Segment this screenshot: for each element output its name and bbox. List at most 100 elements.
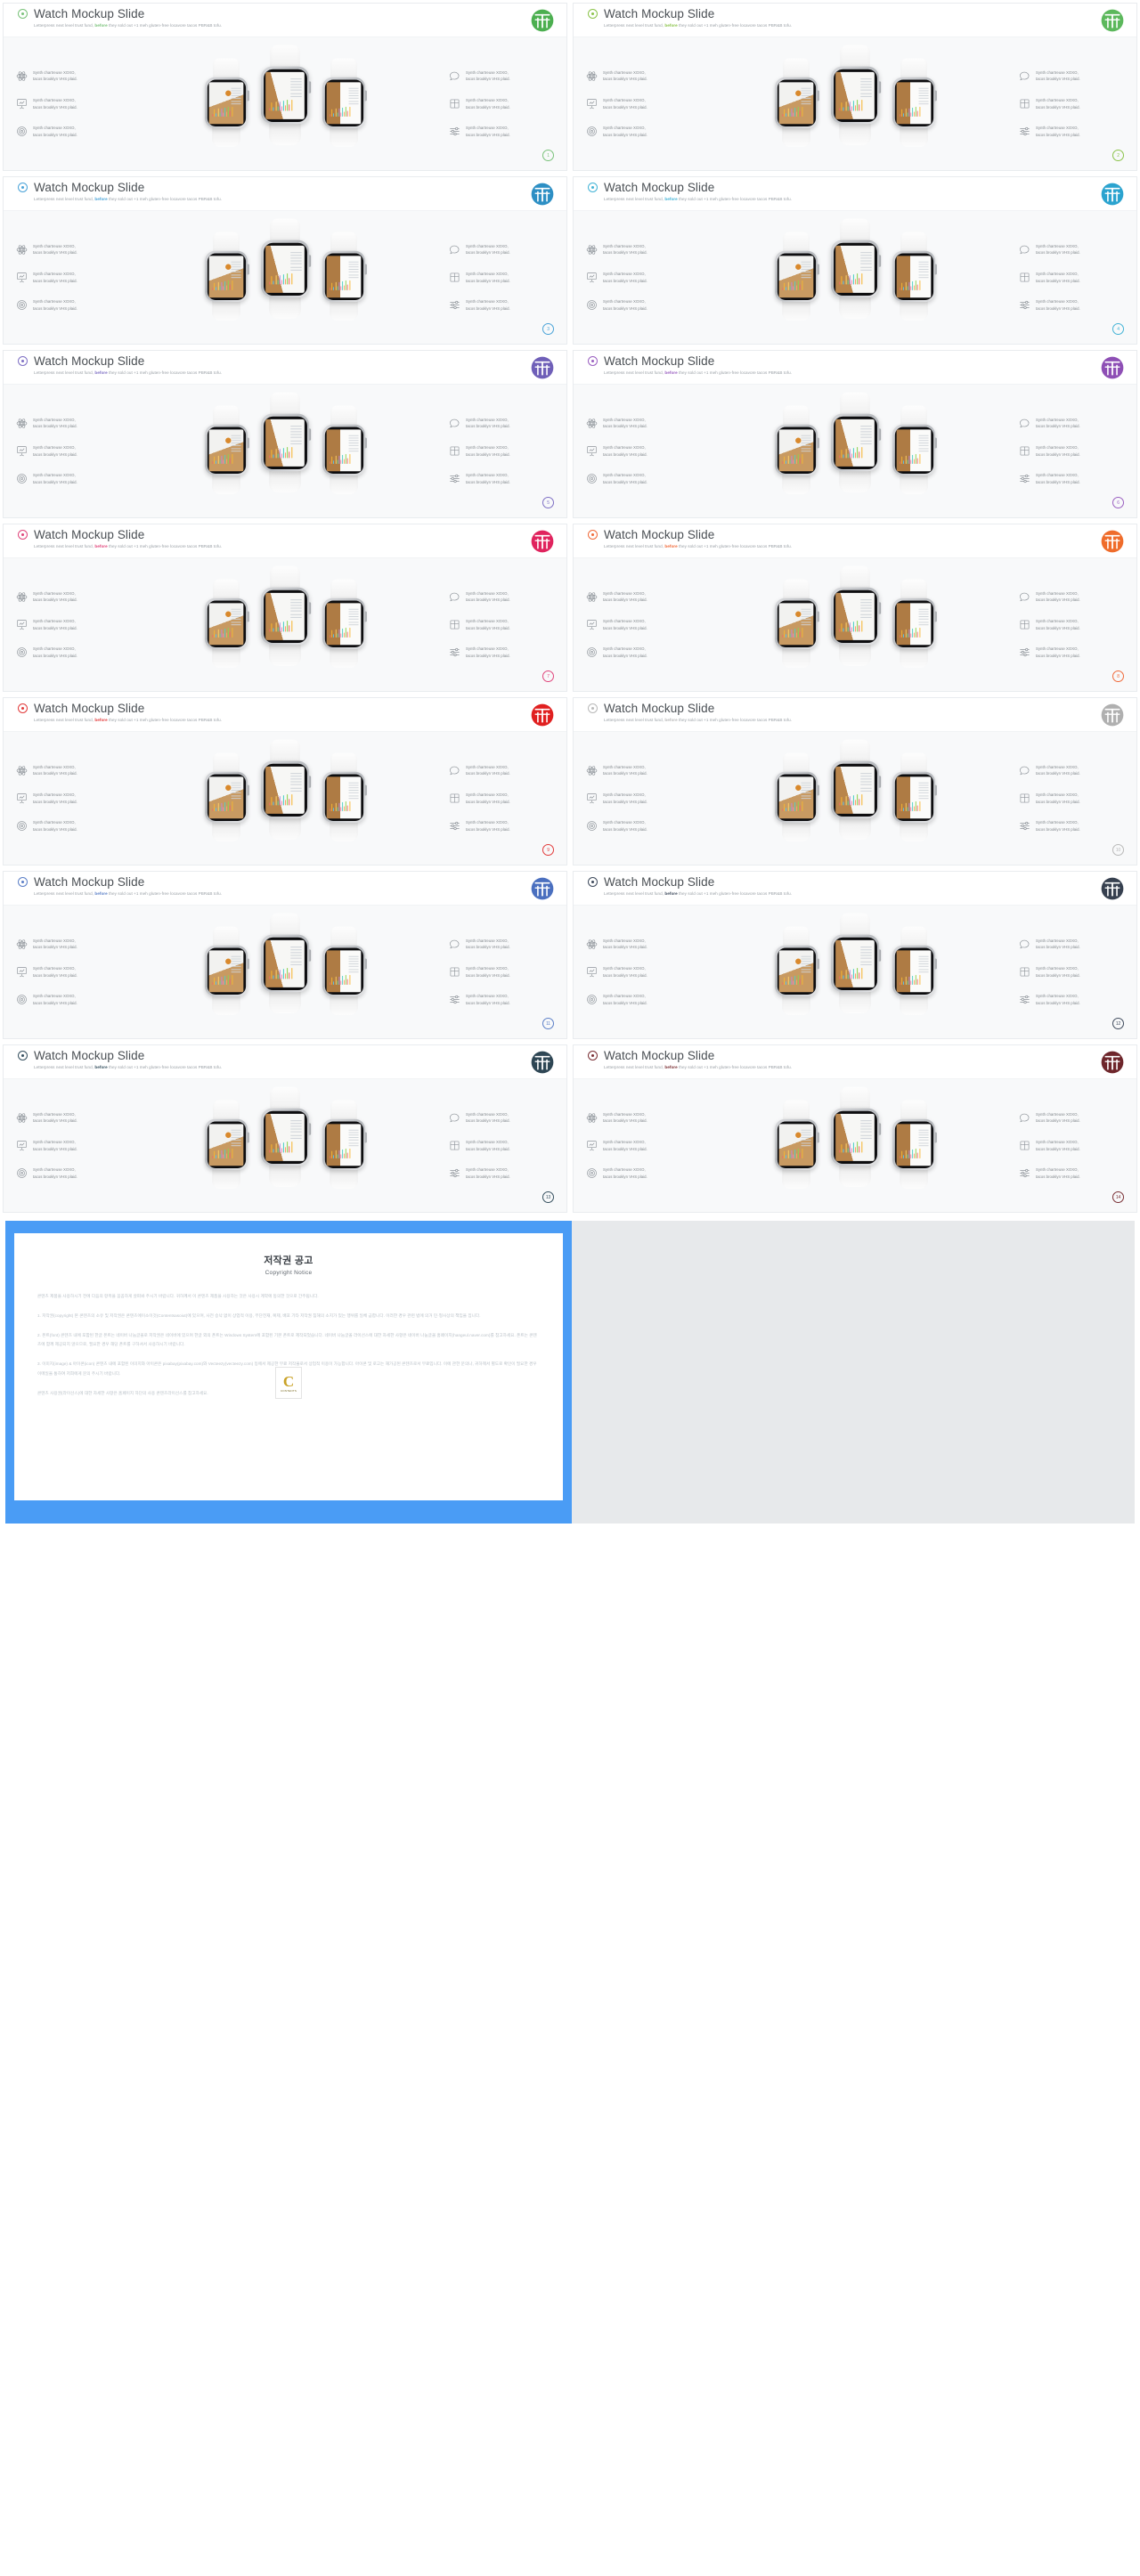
slide-body: Synth chartreuse XOXO, tacos brooklyn VHS…: [574, 558, 1136, 691]
slide-card[interactable]: Watch Mockup Slide Letterpress next level…: [3, 697, 567, 865]
watch-case: [892, 77, 937, 128]
feature-bullet-text: Synth chartreuse XOXO, tacos brooklyn VHS…: [466, 965, 510, 978]
copyright-paragraph: 1. 저작권(copyright) 본 콘텐츠의 소유 및 저작권은 콘텐츠에이…: [37, 1312, 481, 1318]
feature-bullet: Synth chartreuse XOXO, tacos brooklyn VHS…: [449, 1139, 554, 1152]
watch-screen-photo: [326, 428, 362, 471]
slide-subtitle-highlight: before: [664, 22, 678, 28]
feature-bullet-text: Synth chartreuse XOXO, tacos brooklyn VHS…: [33, 271, 77, 283]
feature-bullet: Synth chartreuse XOXO, tacos brooklyn VHS…: [16, 444, 121, 458]
feature-bullet: Synth chartreuse XOXO, tacos brooklyn VHS…: [1019, 590, 1124, 604]
watch-screen: [894, 1121, 933, 1168]
slide-card[interactable]: Watch Mockup Slide Letterpress next level…: [573, 3, 1137, 171]
left-feature-list: Synth chartreuse XOXO, tacos brooklyn VHS…: [16, 590, 121, 659]
slide-card[interactable]: Watch Mockup Slide Letterpress next level…: [3, 524, 567, 692]
watch-screen: [777, 79, 816, 126]
slide-card[interactable]: Watch Mockup Slide Letterpress next level…: [3, 1044, 567, 1213]
slide-card[interactable]: Watch Mockup Slide Letterpress next level…: [573, 871, 1137, 1039]
watch-cluster: [761, 391, 949, 511]
watch-mockup: [772, 752, 819, 849]
slide-body: Synth chartreuse XOXO, tacos brooklyn VHS…: [574, 211, 1136, 344]
watch-screen: [263, 242, 307, 296]
sliders-icon: [1019, 1167, 1030, 1179]
layout-grid-icon: [449, 966, 460, 978]
brand-emblem-icon: [1101, 183, 1124, 206]
watch-screen-photo: [265, 939, 305, 987]
watch-case: [892, 250, 937, 302]
feature-bullet: Synth chartreuse XOXO, tacos brooklyn VHS…: [16, 764, 121, 777]
watch-case: [205, 77, 249, 128]
feature-bullet-text: Synth chartreuse XOXO, tacos brooklyn VHS…: [33, 126, 77, 137]
slide-subtitle: Letterpress next level trust fund, befor…: [604, 196, 792, 201]
atom-icon: [586, 591, 598, 603]
slide-card[interactable]: Watch Mockup Slide Letterpress next level…: [573, 697, 1137, 865]
slide-subtitle: Letterpress next level trust fund, befor…: [34, 196, 222, 201]
feature-bullet-text: Synth chartreuse XOXO, tacos brooklyn VHS…: [33, 965, 77, 978]
watch-screen: [777, 947, 816, 995]
presentation-chart-icon: [586, 98, 598, 110]
slide-header: Watch Mockup Slide Letterpress next level…: [4, 872, 566, 906]
feature-bullet: Synth chartreuse XOXO, tacos brooklyn VHS…: [449, 819, 554, 833]
feature-bullet-text: Synth chartreuse XOXO, tacos brooklyn VHS…: [33, 646, 77, 658]
feature-bullet-text: Synth chartreuse XOXO, tacos brooklyn VHS…: [466, 417, 510, 429]
feature-bullet: Synth chartreuse XOXO, tacos brooklyn VHS…: [449, 1166, 554, 1180]
feature-bullet-text: Synth chartreuse XOXO, tacos brooklyn VHS…: [466, 646, 510, 658]
right-feature-list: Synth chartreuse XOXO, tacos brooklyn VHS…: [1019, 590, 1124, 659]
slide-card[interactable]: Watch Mockup Slide Letterpress next level…: [573, 1044, 1137, 1213]
watch-screen: [263, 416, 307, 469]
watch-screen-photo: [778, 255, 814, 297]
slide-card[interactable]: Watch Mockup Slide Letterpress next level…: [573, 350, 1137, 518]
feature-bullet: Synth chartreuse XOXO, tacos brooklyn VHS…: [16, 298, 121, 312]
feature-bullet-text: Synth chartreuse XOXO, tacos brooklyn VHS…: [466, 271, 510, 283]
watch-cluster: [191, 565, 379, 685]
target-icon: [586, 473, 598, 484]
layout-grid-icon: [1019, 98, 1030, 110]
slide-card[interactable]: Watch Mockup Slide Letterpress next level…: [3, 3, 567, 171]
slide-subtitle: Letterpress next level trust fund, befor…: [604, 22, 792, 28]
slide-subtitle-highlight: before: [94, 370, 108, 375]
slide-header: Watch Mockup Slide Letterpress next level…: [4, 1045, 566, 1079]
right-feature-list: Synth chartreuse XOXO, tacos brooklyn VHS…: [1019, 764, 1124, 833]
feature-bullet-text: Synth chartreuse XOXO, tacos brooklyn VHS…: [1036, 618, 1080, 630]
watch-screen-photo: [265, 1113, 305, 1161]
slide-card[interactable]: Watch Mockup Slide Letterpress next level…: [3, 176, 567, 345]
slide-bullet-icon: [588, 703, 598, 714]
watch-screen: [894, 774, 933, 821]
watch-cluster: [761, 217, 949, 337]
watch-case: [892, 597, 937, 649]
watch-screen: [833, 416, 877, 469]
chat-bubble-icon: [1019, 418, 1030, 429]
feature-bullet: Synth chartreuse XOXO, tacos brooklyn VHS…: [1019, 97, 1124, 110]
slide-card[interactable]: Watch Mockup Slide Letterpress next level…: [3, 350, 567, 518]
feature-bullet-text: Synth chartreuse XOXO, tacos brooklyn VHS…: [466, 792, 510, 804]
atom-icon: [16, 939, 28, 950]
slide-subtitle: Letterpress next level trust fund, befor…: [34, 717, 222, 722]
presentation-chart-icon: [586, 1140, 598, 1151]
watch-case: [892, 771, 937, 823]
layout-grid-icon: [1019, 966, 1030, 978]
watch-screen-photo: [326, 81, 362, 124]
right-feature-list: Synth chartreuse XOXO, tacos brooklyn VHS…: [449, 590, 554, 659]
copyright-title-ko: 저작권 공고: [264, 1255, 314, 1266]
watch-screen: [777, 427, 816, 474]
feature-bullet-text: Synth chartreuse XOXO, tacos brooklyn VHS…: [33, 69, 77, 82]
watch-screen-photo: [778, 1123, 814, 1166]
feature-bullet: Synth chartreuse XOXO, tacos brooklyn VHS…: [449, 993, 554, 1006]
watch-case: [205, 424, 249, 475]
slide-card[interactable]: Watch Mockup Slide Letterpress next level…: [573, 524, 1137, 692]
watch-mockup: [890, 752, 937, 849]
feature-bullet: Synth chartreuse XOXO, tacos brooklyn VHS…: [1019, 243, 1124, 256]
brand-emblem-icon: [1101, 530, 1124, 553]
watch-case: [322, 77, 367, 128]
slide-card[interactable]: Watch Mockup Slide Letterpress next level…: [3, 871, 567, 1039]
watch-screen: [894, 253, 933, 300]
watch-screen-photo: [835, 592, 875, 640]
slide-header: Watch Mockup Slide Letterpress next level…: [574, 177, 1136, 211]
left-feature-list: Synth chartreuse XOXO, tacos brooklyn VHS…: [586, 69, 691, 138]
slide-card[interactable]: Watch Mockup Slide Letterpress next level…: [573, 176, 1137, 345]
slide-title: Watch Mockup Slide: [604, 354, 715, 368]
feature-bullet: Synth chartreuse XOXO, tacos brooklyn VHS…: [586, 590, 691, 604]
watch-screen: [263, 1110, 307, 1164]
atom-icon: [586, 1112, 598, 1124]
sliders-icon: [1019, 473, 1030, 484]
slide-header: Watch Mockup Slide Letterpress next level…: [4, 698, 566, 732]
